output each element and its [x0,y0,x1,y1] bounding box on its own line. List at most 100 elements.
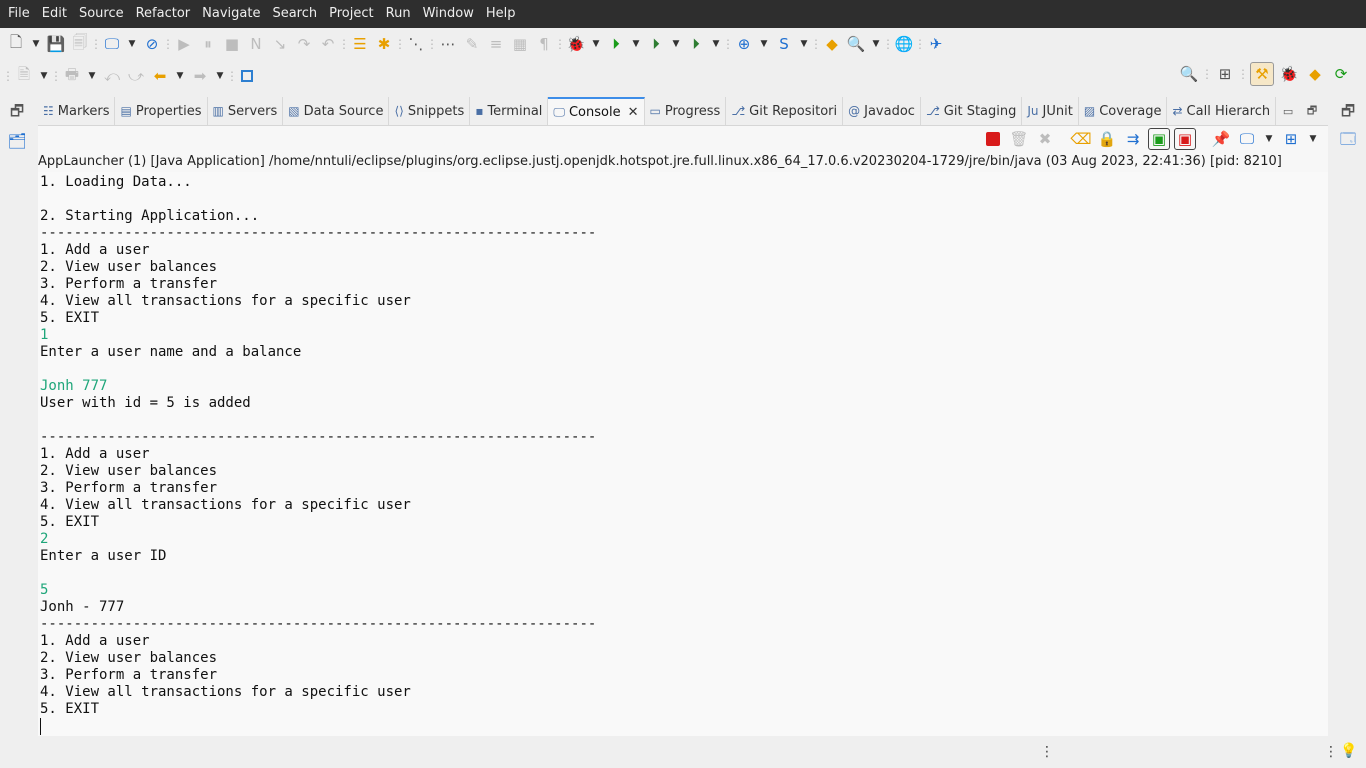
restore-right-icon[interactable]: 🗗 [1337,102,1359,124]
lightbulb-icon[interactable]: 💡 [1340,743,1357,759]
tab-console[interactable]: 🖵 Console ✕ [548,97,645,125]
show-console-stderr-icon[interactable]: ▣ [1174,128,1196,150]
tab-properties[interactable]: ▤ Properties [115,97,208,125]
quick-search-icon[interactable]: 🔍 [1178,63,1200,85]
menu-project[interactable]: Project [323,0,379,28]
menu-search[interactable]: Search [266,0,323,28]
display-selected-console-icon[interactable]: 🖵 [1236,128,1258,150]
terminate-button[interactable] [982,128,1004,150]
print-dropdown-icon[interactable]: ▼ [85,65,99,87]
back-dropdown-icon[interactable]: ▼ [173,65,187,87]
deploy-icon[interactable]: ✈ [925,33,947,55]
back-arrow-icon[interactable]: ⬅ [149,65,171,87]
open-perspective-icon[interactable]: ⊞ [1214,63,1236,85]
tab-call-hierarch[interactable]: ⇄ Call Hierarch [1167,97,1277,125]
scroll-lock-icon[interactable]: 🔒 [1096,128,1118,150]
open-type-icon[interactable]: ✱ [373,33,395,55]
new-server-dropdown-icon[interactable]: ▼ [757,33,771,55]
tab-git-staging[interactable]: ⎇ Git Staging [921,97,1023,125]
run-dropdown-icon[interactable]: ▼ [629,33,643,55]
project-explorer-icon[interactable]: 🗂 [6,130,28,152]
menu-navigate[interactable]: Navigate [196,0,266,28]
maximize-icon[interactable]: 🗗 [1301,100,1323,122]
next-annotation-icon[interactable]: ⤻ [125,65,147,87]
run-icon[interactable]: ⏵ [605,33,627,55]
step-return-icon[interactable]: ↶ [317,33,339,55]
menu-run[interactable]: Run [380,0,417,28]
pin-editor-icon[interactable] [241,70,253,82]
previous-annotation-icon[interactable]: ⤺ [101,65,123,87]
tree-icon[interactable]: ⋱ [405,33,427,55]
menu-source[interactable]: Source [73,0,130,28]
monitor-dropdown-icon[interactable]: ▼ [125,33,139,55]
menu-refactor[interactable]: Refactor [130,0,197,28]
link-icon[interactable]: ⋯ [437,33,459,55]
tab-git-repositori[interactable]: ⎇ Git Repositori [726,97,844,125]
new-dropdown-icon[interactable]: ▼ [29,33,43,55]
save-all-icon[interactable]: 🗐 [69,33,91,55]
search-toolbar-icon[interactable]: 🔍 [845,33,867,55]
tab-data-source[interactable]: ▧ Data Source [283,97,390,125]
display-console-dropdown-icon[interactable]: ▼ [1262,128,1276,150]
block-selection-icon[interactable]: ▦ [509,33,531,55]
tab-servers[interactable]: ▥ Servers [208,97,284,125]
java-ee-perspective-icon[interactable]: ⚒ [1250,62,1274,86]
monitor-icon[interactable]: 🖵 [101,33,123,55]
open-console-icon[interactable]: ⊞ [1280,128,1302,150]
whitespace-icon[interactable]: ¶ [533,33,555,55]
tab-snippets[interactable]: ⟨⟩ Snippets [389,97,471,125]
word-wrap-console-icon[interactable]: ⇉ [1122,128,1144,150]
menu-file[interactable]: File [2,0,36,28]
save-icon[interactable]: 💾 [45,33,67,55]
coverage-run-icon[interactable]: ⏵ [645,33,667,55]
task-icon[interactable]: ☰ [349,33,371,55]
tab-markers[interactable]: ☷ Markers [38,97,116,125]
outline-icon[interactable]: 🗔 [1337,130,1359,152]
new-server-icon[interactable]: ⊕ [733,33,755,55]
restore-icon[interactable]: 🗗 [6,102,28,124]
resume-icon[interactable]: ▶ [173,33,195,55]
terminate-icon[interactable]: ■ [221,33,243,55]
menu-help[interactable]: Help [480,0,522,28]
forward-dropdown-icon[interactable]: ▼ [213,65,227,87]
menu-edit[interactable]: Edit [36,0,73,28]
suspend-icon[interactable]: ⏸ [197,33,219,55]
remove-launch-icon[interactable]: 🗑 [1008,128,1030,150]
close-icon[interactable]: ✕ [628,105,639,120]
menu-window[interactable]: Window [417,0,480,28]
tab-javadoc[interactable]: @ Javadoc [843,97,921,125]
debug-icon[interactable]: 🐞 [565,33,587,55]
external-tools-dropdown-icon[interactable]: ▼ [709,33,723,55]
java-perspective-icon[interactable]: ⟳ [1330,63,1352,85]
tab-progress[interactable]: ▭ Progress [645,97,727,125]
web-browser-icon[interactable]: 🌐 [893,33,915,55]
minimize-icon[interactable]: ▭ [1277,100,1299,122]
tab-terminal[interactable]: ▪ Terminal [470,97,549,125]
debug-perspective-icon[interactable]: 🐞 [1278,63,1300,85]
annotation-icon[interactable]: 🗎 [13,65,35,87]
clear-console-icon[interactable]: ⌫ [1070,128,1092,150]
tab-coverage[interactable]: ▨ Coverage [1079,97,1168,125]
step-into-icon[interactable]: ↘ [269,33,291,55]
annotation-dropdown-icon[interactable]: ▼ [37,65,51,87]
open-task-icon[interactable]: ◆ [821,33,843,55]
spring-dropdown-icon[interactable]: ▼ [797,33,811,55]
pin-console-icon[interactable]: 📌 [1210,128,1232,150]
word-wrap-icon[interactable]: ≡ [485,33,507,55]
tab-junit[interactable]: Ju JUnit [1022,97,1079,125]
git-perspective-icon[interactable]: ◆ [1304,63,1326,85]
pen-icon[interactable]: ✎ [461,33,483,55]
console-output-area[interactable]: 1. Loading Data... 2. Starting Applicatio… [38,172,1328,736]
forward-arrow-icon[interactable]: ➡ [189,65,211,87]
spring-icon[interactable]: S [773,33,795,55]
open-console-dropdown-icon[interactable]: ▼ [1306,128,1320,150]
disconnect-icon[interactable]: N [245,33,267,55]
coverage-dropdown-icon[interactable]: ▼ [669,33,683,55]
remove-all-terminated-icon[interactable]: ✖ [1034,128,1056,150]
print-icon[interactable]: 🖶 [61,65,83,87]
new-icon[interactable]: 🗋 [5,33,27,55]
skip-breakpoints-icon[interactable]: ⊘ [141,33,163,55]
show-console-stdout-icon[interactable]: ▣ [1148,128,1170,150]
debug-dropdown-icon[interactable]: ▼ [589,33,603,55]
search-dropdown-icon[interactable]: ▼ [869,33,883,55]
